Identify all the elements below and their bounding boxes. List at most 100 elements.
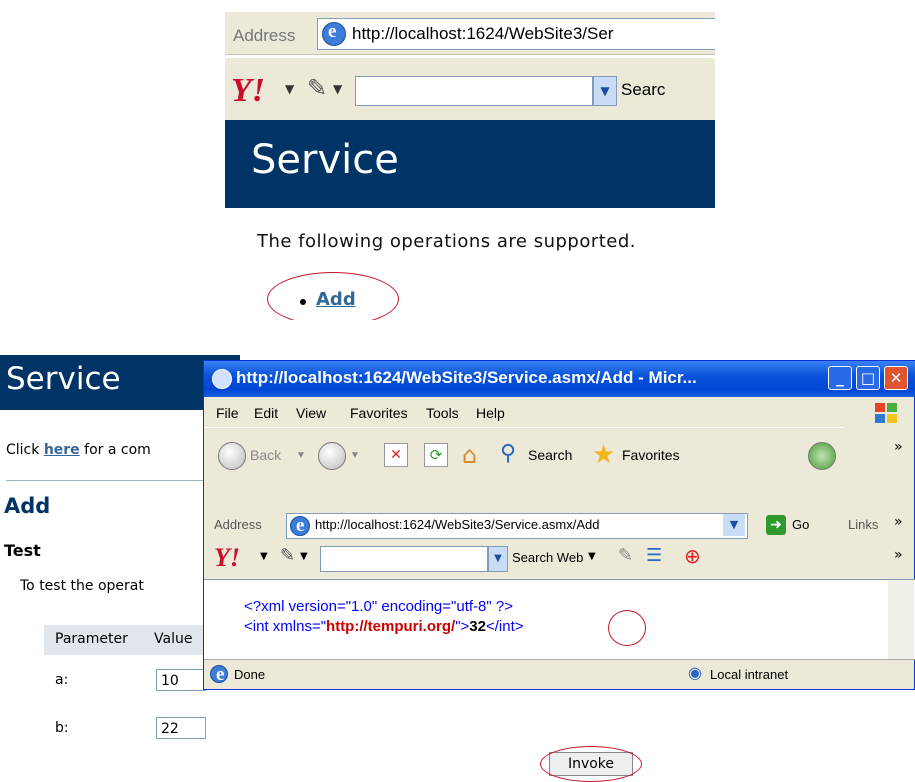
pencil-icon[interactable]: ✎ (307, 74, 327, 102)
address-label: Address (233, 26, 296, 45)
title-bar[interactable]: http://localhost:1624/WebSite3/Service.a… (204, 361, 915, 397)
xml-content-area: <?xml version="1.0" encoding="utf-8" ?> … (204, 579, 915, 660)
search-web-button[interactable]: Search Web (512, 550, 583, 565)
highlight-circle (608, 610, 646, 646)
page-title: Service (6, 361, 121, 397)
click-suffix: for a com (79, 442, 151, 458)
xml-open-tag: <int xmlns=" (244, 618, 327, 635)
xml-result-value: 32 (469, 618, 486, 635)
xml-close-quote: "> (455, 618, 470, 635)
click-prefix: Click (6, 442, 44, 458)
chevron-down-icon[interactable]: ▼ (300, 551, 308, 562)
address-input[interactable]: http://localhost:1624/WebSite3/Ser (317, 18, 715, 50)
yahoo-toolbar: Y! ▼ ✎ ▼ ▼ Searc (225, 58, 715, 120)
address-url: http://localhost:1624/WebSite3/Ser (352, 24, 614, 43)
links-overflow-icon[interactable]: » (894, 514, 903, 530)
menu-tools[interactable]: Tools (426, 405, 459, 421)
history-icon[interactable] (808, 442, 836, 470)
go-button[interactable]: Go (792, 517, 809, 532)
ie-page-icon (210, 664, 228, 686)
xml-result-line: <int xmlns="http://tempuri.org/">32</int… (244, 618, 524, 635)
yahoo-overflow-icon[interactable]: » (894, 547, 903, 563)
ie-result-window: http://localhost:1624/WebSite3/Service.a… (203, 360, 915, 690)
close-button[interactable]: ✕ (884, 366, 908, 390)
search-dropdown-button[interactable]: ▼ (593, 76, 617, 106)
top-browser-snippet: Address http://localhost:1624/WebSite3/S… (225, 0, 715, 320)
operation-heading: Add (4, 494, 51, 518)
maximize-button[interactable]: □ (856, 366, 880, 390)
menu-edit[interactable]: Edit (254, 405, 278, 421)
test-heading: Test (4, 541, 41, 560)
menu-help[interactable]: Help (476, 405, 505, 421)
chevron-down-icon[interactable]: ▼ (488, 546, 508, 572)
home-icon[interactable]: ⌂ (462, 441, 477, 469)
favorites-toolbar-button[interactable]: Favorites (622, 447, 680, 463)
address-bar: Address http://localhost:1624/WebSite3/S… (204, 509, 915, 541)
vertical-scrollbar[interactable] (888, 580, 914, 660)
links-button[interactable]: Links (848, 517, 878, 532)
xml-namespace: http://tempuri.org/ (326, 618, 456, 635)
status-bar: Done ◉ Local intranet (204, 659, 915, 690)
chevron-down-icon[interactable]: ▼ (350, 450, 360, 461)
windows-logo-icon (875, 403, 897, 423)
standard-toolbar: Back ▼ ▼ ✕ ⟳ ⌂ ⚲ Search ★ Favorites (204, 427, 844, 480)
chevron-down-icon[interactable]: ▼ (260, 551, 268, 562)
highlighter-icon[interactable]: ✎ (618, 545, 633, 566)
yahoo-logo-icon[interactable]: Y! (214, 543, 240, 573)
xml-end-tag: </int> (485, 618, 524, 635)
param-label-a: a: (55, 672, 69, 688)
search-toolbar-button[interactable]: Search (528, 447, 572, 463)
chevron-down-icon[interactable]: ▼ (723, 514, 745, 536)
xml-declaration: <?xml version="1.0" encoding="utf-8" ?> (244, 598, 513, 615)
go-arrow-icon[interactable]: ➜ (766, 515, 786, 535)
highlight-circle (267, 272, 399, 320)
operations-intro: The following operations are supported. (257, 231, 637, 252)
test-instructions: To test the operat (20, 578, 144, 594)
intranet-icon: ◉ (688, 665, 702, 682)
layout-icon[interactable]: ☰ (646, 545, 662, 566)
chevron-down-icon[interactable]: ▼ (296, 450, 306, 461)
address-url: http://localhost:1624/WebSite3/Service.a… (315, 517, 600, 532)
back-button-label[interactable]: Back (250, 447, 281, 463)
click-here-text: Click here for a com (6, 442, 151, 458)
chevron-down-icon[interactable]: ▼ (588, 551, 596, 562)
menu-favorites[interactable]: Favorites (350, 405, 408, 421)
param-b-input[interactable]: 22 (156, 717, 206, 739)
here-link[interactable]: here (44, 442, 80, 458)
highlight-circle (540, 746, 642, 782)
status-zone: Local intranet (710, 667, 789, 682)
yahoo-logo-icon[interactable]: Y! (231, 72, 265, 110)
address-bar: Address http://localhost:1624/WebSite3/S… (225, 12, 715, 55)
yahoo-toolbar: Y! ▼ ✎ ▼ ▼ Search Web ▼ ✎ ☰ ⊕ » (204, 541, 915, 577)
search-icon[interactable]: ⚲ (500, 441, 516, 466)
menu-view[interactable]: View (296, 405, 326, 421)
back-arrow-icon[interactable] (218, 442, 246, 470)
menu-bar: File Edit View Favorites Tools Help (204, 397, 915, 427)
menu-file[interactable]: File (216, 405, 239, 421)
service-header: Service (225, 120, 715, 208)
address-label: Address (214, 517, 262, 532)
yahoo-search-input[interactable] (355, 76, 593, 106)
forward-arrow-icon[interactable] (318, 442, 346, 470)
pencil-icon[interactable]: ✎ (280, 545, 295, 566)
refresh-icon[interactable]: ⟳ (424, 443, 448, 467)
address-input[interactable]: http://localhost:1624/WebSite3/Service.a… (286, 513, 748, 539)
window-title: http://localhost:1624/WebSite3/Service.a… (236, 368, 697, 387)
favorites-star-icon[interactable]: ★ (592, 440, 615, 470)
chevron-down-icon[interactable]: ▼ (333, 82, 342, 96)
search-button[interactable]: Searc (621, 80, 665, 100)
stop-icon[interactable]: ✕ (384, 443, 408, 467)
ie-page-icon (290, 515, 310, 537)
status-text: Done (234, 667, 266, 682)
param-label-b: b: (55, 720, 69, 736)
yahoo-search-input[interactable] (320, 546, 488, 572)
target-icon[interactable]: ⊕ (684, 544, 701, 568)
minimize-button[interactable]: _ (828, 366, 852, 390)
column-header-value: Value (154, 631, 193, 647)
column-header-parameter: Parameter (55, 631, 128, 647)
toolbar-overflow-icon[interactable]: » (894, 439, 903, 455)
ie-page-icon (322, 21, 346, 46)
chevron-down-icon[interactable]: ▼ (285, 82, 294, 96)
ie-window-icon (212, 369, 232, 389)
param-a-input[interactable]: 10 (156, 669, 206, 691)
